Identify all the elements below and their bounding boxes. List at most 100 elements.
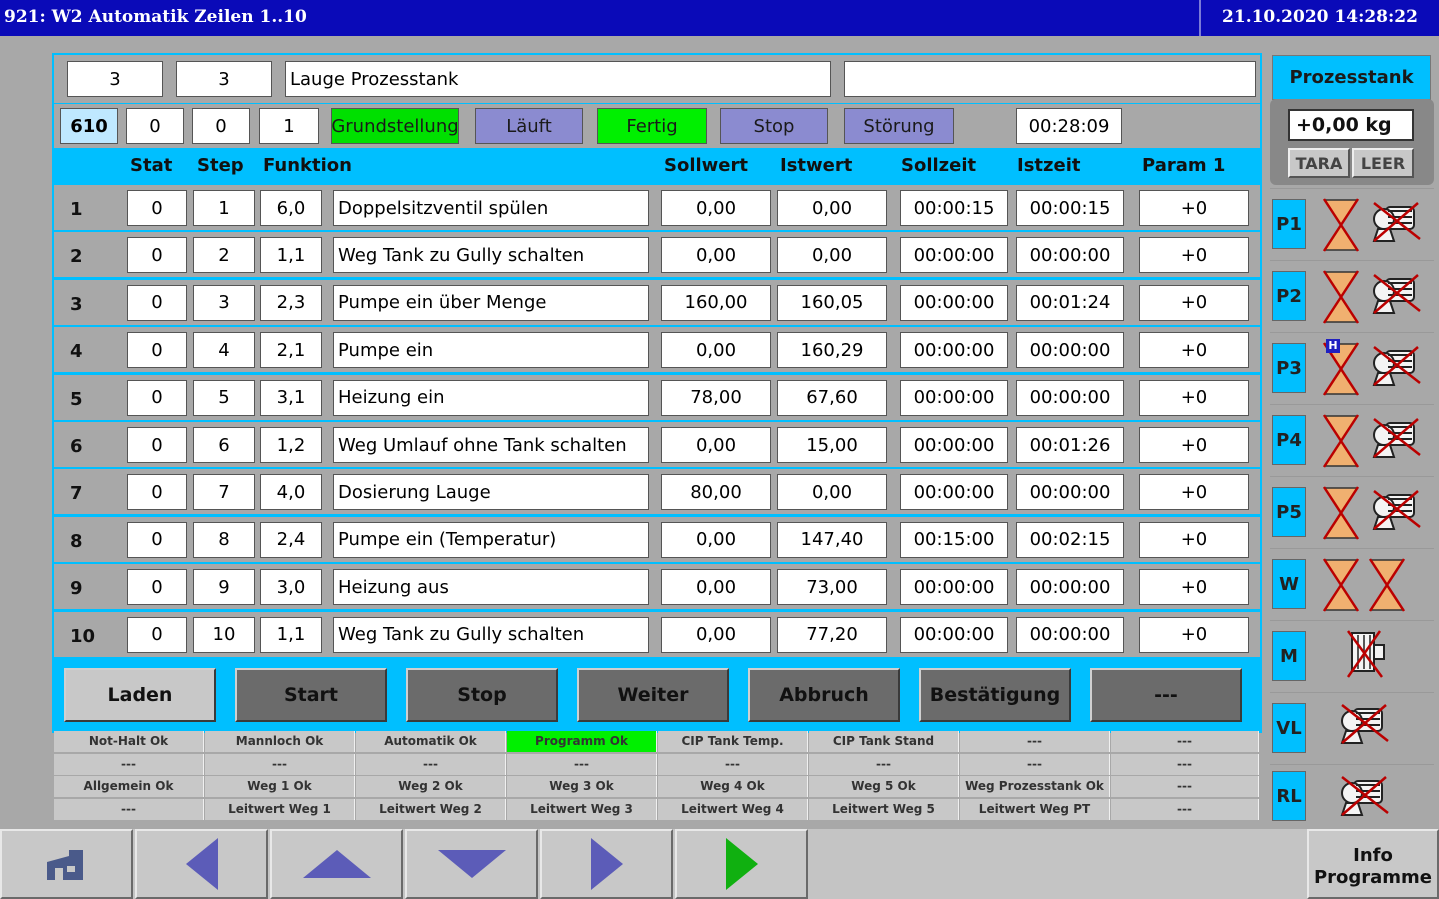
cell-ist[interactable]: 160,05 bbox=[777, 284, 887, 321]
cell-stat[interactable]: 0 bbox=[127, 332, 187, 369]
cell-code[interactable]: 2,3 bbox=[260, 284, 322, 321]
pump-icon[interactable] bbox=[1368, 487, 1424, 537]
cell-func[interactable]: Pumpe ein über Menge bbox=[333, 284, 649, 321]
cell-stat[interactable]: 0 bbox=[127, 237, 187, 274]
tara-button[interactable]: TARA bbox=[1288, 148, 1350, 178]
cell-param[interactable]: +0 bbox=[1139, 379, 1249, 416]
cell-sollzeit[interactable]: 00:15:00 bbox=[900, 521, 1008, 558]
cell-istzeit[interactable]: 00:00:00 bbox=[1016, 569, 1124, 606]
cell-func[interactable]: Weg Tank zu Gully schalten bbox=[333, 616, 649, 653]
cell-param[interactable]: +0 bbox=[1139, 332, 1249, 369]
program-field-1[interactable]: 3 bbox=[67, 61, 163, 97]
path-button-p5[interactable]: P5 bbox=[1272, 487, 1306, 537]
valve-icon[interactable] bbox=[1322, 557, 1360, 617]
path-button-vl[interactable]: VL bbox=[1272, 703, 1306, 753]
cell-ist[interactable]: 0,00 bbox=[777, 474, 887, 511]
cell-istzeit[interactable]: 00:00:00 bbox=[1016, 474, 1124, 511]
action-button-2[interactable]: Stop bbox=[406, 668, 558, 722]
cell-soll[interactable]: 0,00 bbox=[661, 190, 771, 226]
cell-func[interactable]: Pumpe ein (Temperatur) bbox=[333, 521, 649, 558]
path-button-p3[interactable]: P3 bbox=[1272, 343, 1306, 393]
path-button-rl[interactable]: RL bbox=[1272, 771, 1306, 821]
cell-istzeit[interactable]: 00:02:15 bbox=[1016, 521, 1124, 558]
cell-ist[interactable]: 67,60 bbox=[777, 379, 887, 416]
cell-step[interactable]: 2 bbox=[193, 237, 255, 274]
valve-icon[interactable] bbox=[1322, 269, 1360, 329]
cell-soll[interactable]: 78,00 bbox=[661, 379, 771, 416]
action-button-6[interactable]: --- bbox=[1090, 668, 1242, 722]
cell-istzeit[interactable]: 00:01:24 bbox=[1016, 284, 1124, 321]
action-button-4[interactable]: Abbruch bbox=[748, 668, 900, 722]
cell-func[interactable]: Weg Tank zu Gully schalten bbox=[333, 237, 649, 274]
path-button-p1[interactable]: P1 bbox=[1272, 199, 1306, 249]
cell-func[interactable]: Weg Umlauf ohne Tank schalten bbox=[333, 427, 649, 463]
path-button-p4[interactable]: P4 bbox=[1272, 415, 1306, 465]
info-programme-button[interactable]: Info Programme bbox=[1307, 829, 1439, 899]
cell-ist[interactable]: 15,00 bbox=[777, 427, 887, 463]
leer-button[interactable]: LEER bbox=[1352, 148, 1414, 178]
mixer-icon[interactable] bbox=[1340, 627, 1390, 685]
cell-code[interactable]: 1,1 bbox=[260, 237, 322, 274]
cell-sollzeit[interactable]: 00:00:00 bbox=[900, 474, 1008, 511]
status-button-2[interactable]: Fertig bbox=[597, 108, 707, 144]
cell-stat[interactable]: 0 bbox=[127, 474, 187, 511]
pump-icon[interactable] bbox=[1336, 701, 1392, 751]
cell-code[interactable]: 1,1 bbox=[260, 616, 322, 653]
cell-param[interactable]: +0 bbox=[1139, 569, 1249, 606]
cell-sollzeit[interactable]: 00:00:00 bbox=[900, 284, 1008, 321]
cell-istzeit[interactable]: 00:00:00 bbox=[1016, 379, 1124, 416]
cell-param[interactable]: +0 bbox=[1139, 521, 1249, 558]
home-button[interactable] bbox=[0, 829, 133, 899]
cell-func[interactable]: Dosierung Lauge bbox=[333, 474, 649, 511]
cell-istzeit[interactable]: 00:00:00 bbox=[1016, 616, 1124, 653]
cell-ist[interactable]: 0,00 bbox=[777, 190, 887, 226]
status-button-1[interactable]: Läuft bbox=[475, 108, 583, 144]
path-button-w[interactable]: W bbox=[1272, 559, 1306, 609]
next-button[interactable] bbox=[540, 829, 673, 899]
action-button-0[interactable]: Laden bbox=[64, 668, 216, 722]
cell-stat[interactable]: 0 bbox=[127, 379, 187, 416]
cell-ist[interactable]: 73,00 bbox=[777, 569, 887, 606]
cell-step[interactable]: 1 bbox=[193, 190, 255, 226]
cell-param[interactable]: +0 bbox=[1139, 474, 1249, 511]
action-button-3[interactable]: Weiter bbox=[577, 668, 729, 722]
cell-param[interactable]: +0 bbox=[1139, 427, 1249, 463]
cell-soll[interactable]: 0,00 bbox=[661, 237, 771, 274]
program-number[interactable]: 610 bbox=[60, 108, 118, 144]
cell-sollzeit[interactable]: 00:00:00 bbox=[900, 332, 1008, 369]
cell-param[interactable]: +0 bbox=[1139, 190, 1249, 226]
action-button-1[interactable]: Start bbox=[235, 668, 387, 722]
cell-sollzeit[interactable]: 00:00:00 bbox=[900, 569, 1008, 606]
tank-title[interactable]: Prozesstank bbox=[1272, 55, 1431, 100]
pump-icon[interactable] bbox=[1336, 773, 1392, 823]
program-name-field[interactable]: Lauge Prozesstank bbox=[285, 61, 831, 97]
cell-param[interactable]: +0 bbox=[1139, 284, 1249, 321]
cell-func[interactable]: Heizung aus bbox=[333, 569, 649, 606]
cell-code[interactable]: 4,0 bbox=[260, 474, 322, 511]
cell-soll[interactable]: 0,00 bbox=[661, 521, 771, 558]
cell-code[interactable]: 2,4 bbox=[260, 521, 322, 558]
cell-stat[interactable]: 0 bbox=[127, 284, 187, 321]
valve-icon[interactable] bbox=[1322, 197, 1360, 257]
cell-code[interactable]: 3,1 bbox=[260, 379, 322, 416]
program-extra-field[interactable] bbox=[844, 61, 1256, 97]
prev-button[interactable] bbox=[135, 829, 268, 899]
cell-code[interactable]: 2,1 bbox=[260, 332, 322, 369]
action-button-5[interactable]: Bestätigung bbox=[919, 668, 1071, 722]
cell-func[interactable]: Heizung ein bbox=[333, 379, 649, 416]
valve-icon[interactable] bbox=[1322, 413, 1360, 473]
scroll-down-button[interactable] bbox=[405, 829, 538, 899]
cell-istzeit[interactable]: 00:00:15 bbox=[1016, 190, 1124, 226]
cell-ist[interactable]: 77,20 bbox=[777, 616, 887, 653]
path-button-p2[interactable]: P2 bbox=[1272, 271, 1306, 321]
cell-ist[interactable]: 160,29 bbox=[777, 332, 887, 369]
cell-stat[interactable]: 0 bbox=[127, 521, 187, 558]
cell-sollzeit[interactable]: 00:00:00 bbox=[900, 379, 1008, 416]
path-button-m[interactable]: M bbox=[1272, 631, 1306, 681]
cell-ist[interactable]: 147,40 bbox=[777, 521, 887, 558]
cell-func[interactable]: Pumpe ein bbox=[333, 332, 649, 369]
cell-soll[interactable]: 0,00 bbox=[661, 427, 771, 463]
cell-step[interactable]: 7 bbox=[193, 474, 255, 511]
cell-soll[interactable]: 160,00 bbox=[661, 284, 771, 321]
program-field-2[interactable]: 3 bbox=[176, 61, 272, 97]
